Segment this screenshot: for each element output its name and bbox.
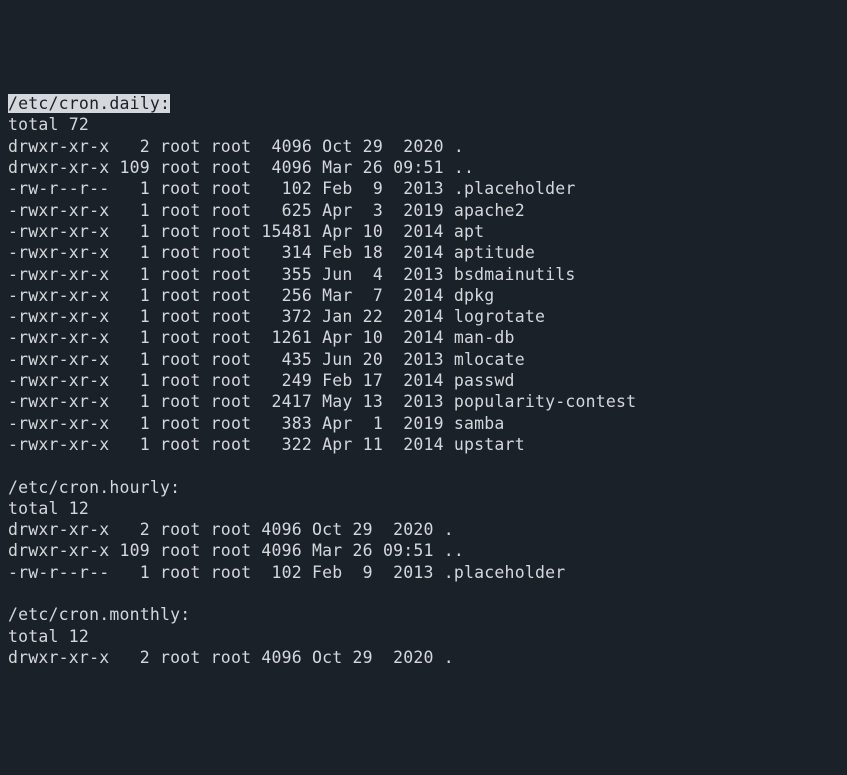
total-line: total 12 [8,626,839,647]
file-row: drwxr-xr-x 2 root root 4096 Oct 29 2020 … [8,647,839,668]
dir-header: /etc/cron.daily: [8,93,839,114]
terminal-output[interactable]: /etc/cron.daily:total 72drwxr-xr-x 2 roo… [8,93,839,668]
file-row: -rwxr-xr-x 1 root root 15481 Apr 10 2014… [8,221,839,242]
file-row: -rwxr-xr-x 1 root root 435 Jun 20 2013 m… [8,349,839,370]
file-row: -rwxr-xr-x 1 root root 372 Jan 22 2014 l… [8,306,839,327]
file-row: drwxr-xr-x 109 root root 4096 Mar 26 09:… [8,540,839,561]
file-row: -rwxr-xr-x 1 root root 2417 May 13 2013 … [8,391,839,412]
blank-line [8,455,839,476]
file-row: -rwxr-xr-x 1 root root 256 Mar 7 2014 dp… [8,285,839,306]
file-row: -rwxr-xr-x 1 root root 249 Feb 17 2014 p… [8,370,839,391]
total-line: total 72 [8,114,839,135]
file-row: drwxr-xr-x 2 root root 4096 Oct 29 2020 … [8,136,839,157]
file-row: -rwxr-xr-x 1 root root 383 Apr 1 2019 sa… [8,413,839,434]
file-row: -rwxr-xr-x 1 root root 314 Feb 18 2014 a… [8,242,839,263]
file-row: drwxr-xr-x 2 root root 4096 Oct 29 2020 … [8,519,839,540]
file-row: -rwxr-xr-x 1 root root 1261 Apr 10 2014 … [8,327,839,348]
file-row: -rwxr-xr-x 1 root root 322 Apr 11 2014 u… [8,434,839,455]
file-row: -rwxr-xr-x 1 root root 355 Jun 4 2013 bs… [8,264,839,285]
blank-line [8,583,839,604]
file-row: -rwxr-xr-x 1 root root 625 Apr 3 2019 ap… [8,200,839,221]
file-row: drwxr-xr-x 109 root root 4096 Mar 26 09:… [8,157,839,178]
file-row: -rw-r--r-- 1 root root 102 Feb 9 2013 .p… [8,562,839,583]
total-line: total 12 [8,498,839,519]
file-row: -rw-r--r-- 1 root root 102 Feb 9 2013 .p… [8,178,839,199]
dir-header: /etc/cron.hourly: [8,477,839,498]
